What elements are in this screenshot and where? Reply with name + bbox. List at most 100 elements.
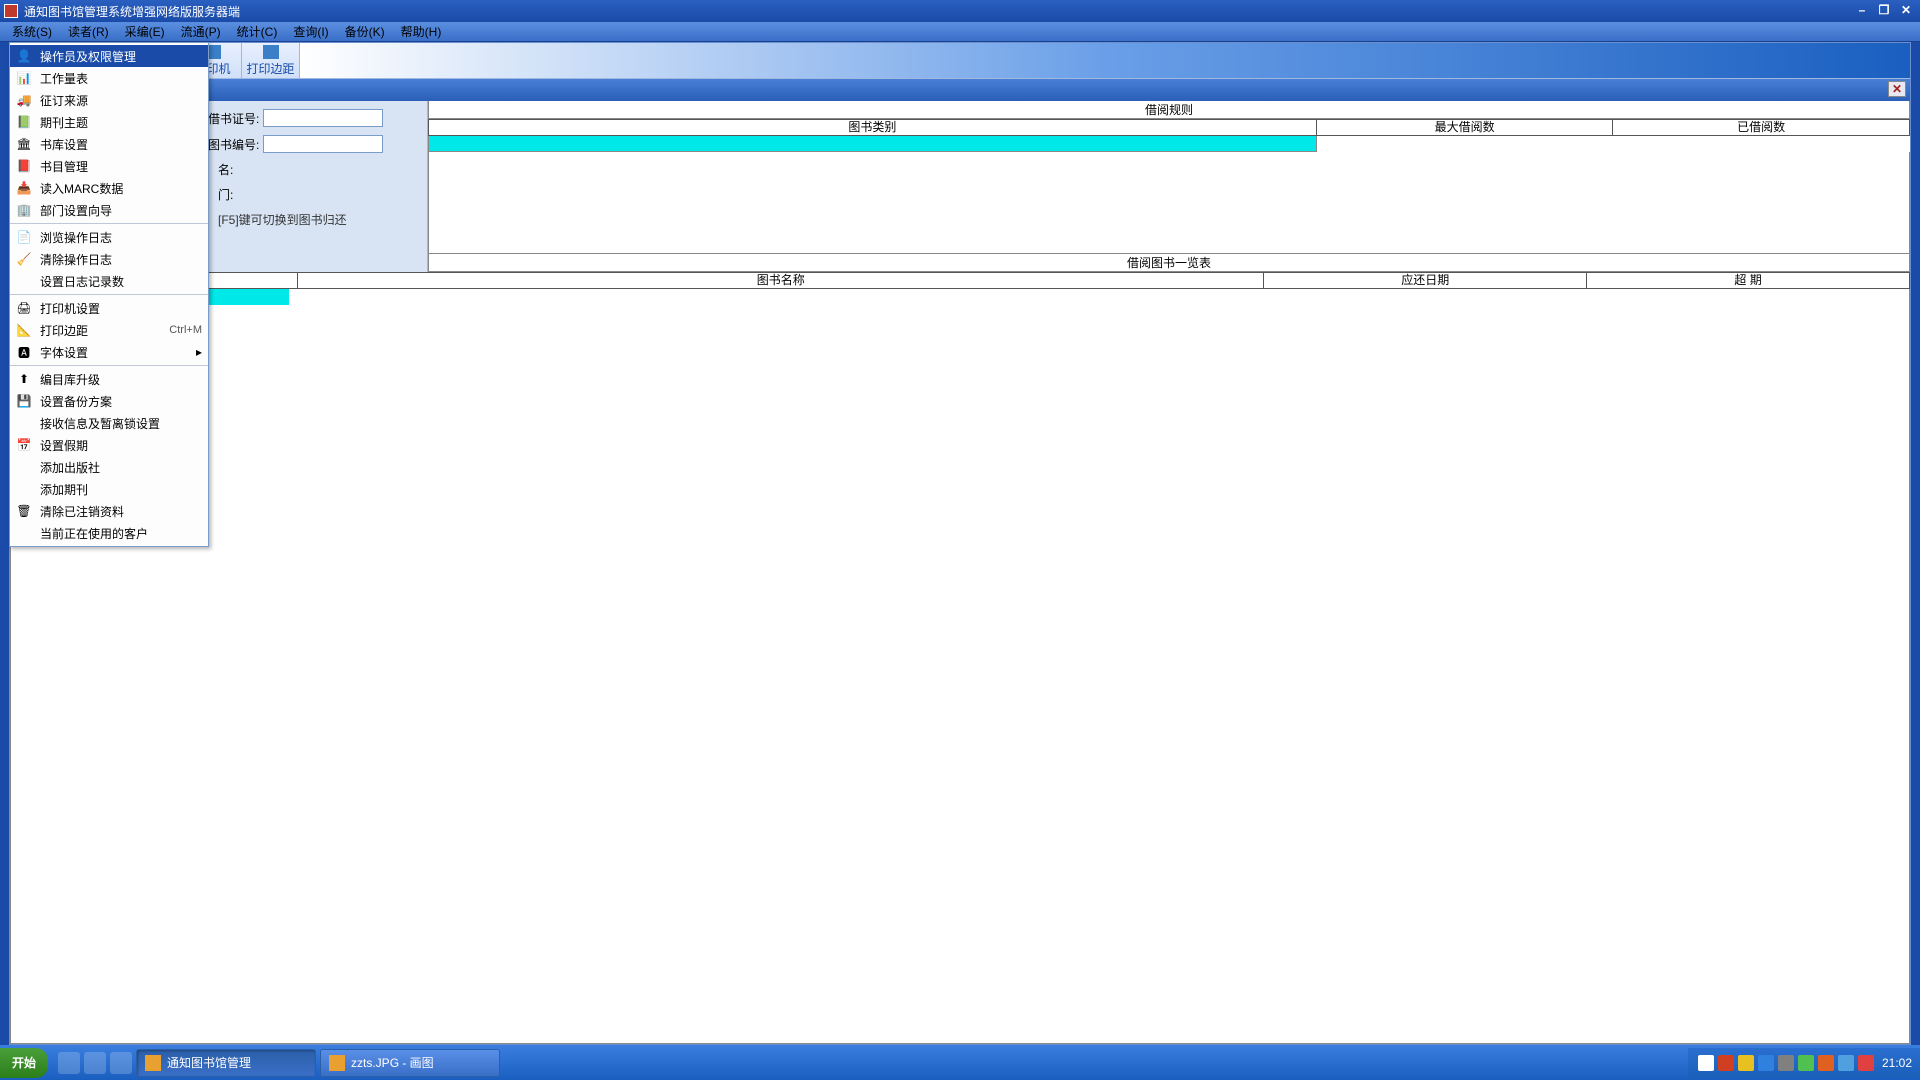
menu-item-icon (16, 525, 32, 541)
list-header: 借阅图书一览表 (428, 254, 1910, 272)
menu-item-icon: 👤 (16, 48, 32, 64)
menu-item-icon: 🚚 (16, 92, 32, 108)
menu-item-3-0[interactable]: ⬆编目库升级 (10, 368, 208, 390)
taskbar: 开始 通知图书馆管理 zzts.JPG - 画图 21:02 (0, 1045, 1920, 1080)
tray-clock[interactable]: 21:02 (1882, 1056, 1912, 1070)
menu-item-icon: 🏢 (16, 202, 32, 218)
taskbar-task-0[interactable]: 通知图书馆管理 (136, 1049, 316, 1077)
col-return-date[interactable]: 应还日期 (1264, 272, 1587, 289)
menu-item-icon (16, 273, 32, 289)
menu-2[interactable]: 采编(E) (117, 21, 173, 42)
col-overdue[interactable]: 超 期 (1587, 272, 1910, 289)
menu-item-label: 打印机设置 (40, 300, 202, 317)
toolbar-gradient (300, 43, 1910, 78)
menu-7[interactable]: 帮助(H) (393, 21, 450, 42)
menu-item-3-4[interactable]: 添加出版社 (10, 456, 208, 478)
menu-item-label: 字体设置 (40, 344, 196, 361)
menu-item-icon: ⬆ (16, 371, 32, 387)
borrow-card-input[interactable] (263, 109, 383, 127)
menu-item-icon (16, 481, 32, 497)
tray-shield-icon[interactable] (1738, 1055, 1754, 1071)
tray-misc1-icon[interactable] (1818, 1055, 1834, 1071)
menu-item-0-7[interactable]: 🏢部门设置向导 (10, 199, 208, 221)
col-book-name[interactable]: 图书名称 (298, 272, 1264, 289)
tray-av-icon[interactable] (1798, 1055, 1814, 1071)
menu-item-icon (16, 459, 32, 475)
menu-item-label: 书库设置 (40, 136, 202, 153)
menu-item-3-5[interactable]: 添加期刊 (10, 478, 208, 500)
menu-item-icon: 🏛 (16, 136, 32, 152)
menu-item-3-1[interactable]: 💾设置备份方案 (10, 390, 208, 412)
menu-item-0-5[interactable]: 📕书目管理 (10, 155, 208, 177)
menu-4[interactable]: 统计(C) (229, 21, 286, 42)
menu-item-label: 工作量表 (40, 70, 202, 87)
menu-item-0-0[interactable]: 👤操作员及权限管理 (10, 45, 208, 67)
menu-item-icon: 📗 (16, 114, 32, 130)
col-book-category[interactable]: 图书类别 (428, 119, 1317, 136)
list-grid-body[interactable] (10, 289, 1910, 1044)
tray-misc3-icon[interactable] (1858, 1055, 1874, 1071)
menu-item-icon: 🧹 (16, 251, 32, 267)
menu-0[interactable]: 系统(S) (4, 21, 60, 42)
menu-item-label: 接收信息及暂离锁设置 (40, 415, 202, 432)
menu-item-icon: 🖨 (16, 300, 32, 316)
menu-item-icon: 📅 (16, 437, 32, 453)
rules-selected-row[interactable] (428, 136, 1317, 152)
tray-vol-icon[interactable] (1778, 1055, 1794, 1071)
quicklaunch-desktop-icon[interactable] (84, 1052, 106, 1074)
menu-6[interactable]: 备份(K) (337, 21, 393, 42)
menu-item-2-0[interactable]: 🖨 打印机设置 (10, 297, 208, 319)
close-button[interactable]: ✕ (1896, 3, 1916, 19)
menu-item-icon: 🗑 (16, 503, 32, 519)
tray-stop-icon[interactable] (1718, 1055, 1734, 1071)
menu-item-1-0[interactable]: 📄浏览操作日志 (10, 226, 208, 248)
menu-5[interactable]: 查询(I) (285, 21, 336, 42)
rules-grid-body[interactable] (428, 152, 1910, 254)
menu-item-0-1[interactable]: 📊工作量表 (10, 67, 208, 89)
menu-item-3-3[interactable]: 📅设置假期 (10, 434, 208, 456)
minimize-button[interactable]: – (1852, 3, 1872, 19)
menu-item-3-2[interactable]: 接收信息及暂离锁设置 (10, 412, 208, 434)
menu-item-icon: 📕 (16, 158, 32, 174)
list-columns: 编 号 图书名称 应还日期 超 期 (10, 272, 1910, 289)
menu-item-icon: 💾 (16, 393, 32, 409)
submenu-arrow-icon: ▸ (196, 345, 202, 359)
menu-item-1-1[interactable]: 🧹清除操作日志 (10, 248, 208, 270)
menu-item-1-2[interactable]: 设置日志记录数 (10, 270, 208, 292)
menu-item-0-2[interactable]: 🚚征订来源 (10, 89, 208, 111)
menu-item-icon: 📥 (16, 180, 32, 196)
menu-item-0-3[interactable]: 📗 期刊主题 (10, 111, 208, 133)
menu-3[interactable]: 流通(P) (173, 21, 229, 42)
menu-item-3-7[interactable]: 当前正在使用的客户 (10, 522, 208, 544)
menu-item-3-6[interactable]: 🗑 清除已注销资料 (10, 500, 208, 522)
tray-misc2-icon[interactable] (1838, 1055, 1854, 1071)
system-tray: 21:02 (1688, 1048, 1920, 1078)
col-already-borrow[interactable]: 已借阅数 (1613, 119, 1910, 136)
task-label: 通知图书馆管理 (167, 1054, 251, 1071)
hint-text: [F5]键可切换到图书归还 (218, 211, 419, 228)
menu-item-0-6[interactable]: 📥读入MARC数据 (10, 177, 208, 199)
menu-item-icon (16, 415, 32, 431)
menu-item-label: 清除已注销资料 (40, 503, 202, 520)
borrow-card-label: 借书证号: (208, 110, 259, 127)
col-max-borrow[interactable]: 最大借阅数 (1317, 119, 1614, 136)
quicklaunch-ie-icon[interactable] (58, 1052, 80, 1074)
menu-item-0-4[interactable]: 🏛 书库设置 (10, 133, 208, 155)
menu-item-icon: 📐 (16, 322, 32, 338)
quicklaunch-app-icon[interactable] (110, 1052, 132, 1074)
task-icon (329, 1055, 345, 1071)
menu-item-2-2[interactable]: 🅰字体设置▸ (10, 341, 208, 363)
toolbar: 图书归还音像借阅音像归还打印机打印边距 (10, 43, 1910, 79)
start-button[interactable]: 开始 (0, 1048, 48, 1078)
tray-net-icon[interactable] (1758, 1055, 1774, 1071)
maximize-button[interactable]: ❐ (1874, 3, 1894, 19)
task-label: zzts.JPG - 画图 (351, 1054, 434, 1071)
toolbar-4[interactable]: 打印边距 (242, 43, 300, 78)
taskbar-task-1[interactable]: zzts.JPG - 画图 (320, 1049, 500, 1077)
book-number-input[interactable] (263, 135, 383, 153)
menu-item-2-1[interactable]: 📐打印边距Ctrl+M (10, 319, 208, 341)
tray-lang-icon[interactable] (1698, 1055, 1714, 1071)
menu-1[interactable]: 读者(R) (60, 21, 117, 42)
child-close-button[interactable]: ✕ (1888, 81, 1906, 97)
menu-item-label: 期刊主题 (40, 114, 202, 131)
